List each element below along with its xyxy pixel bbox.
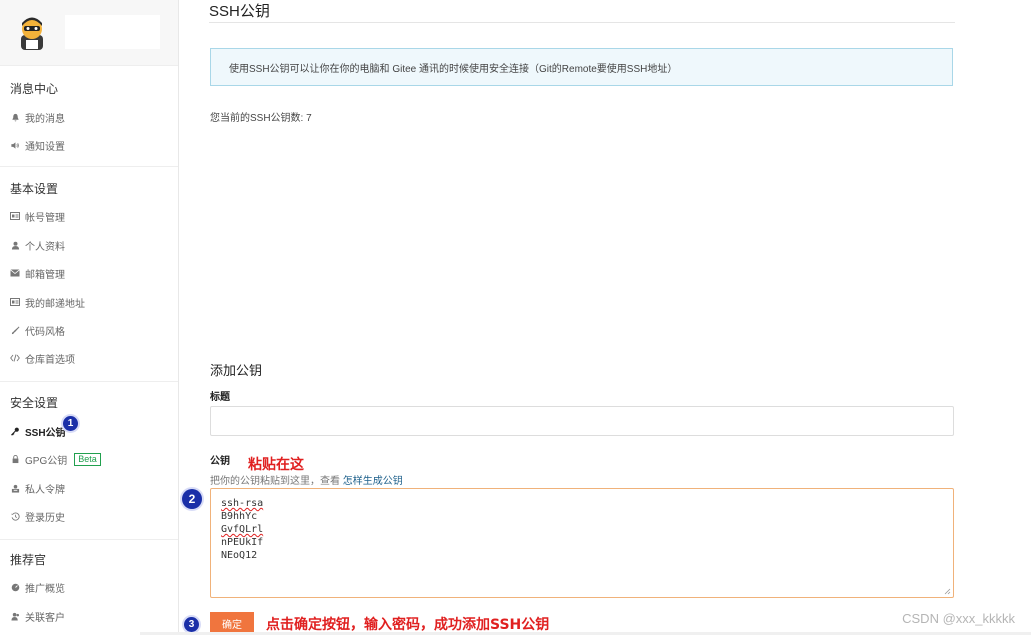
sidebar-item-postal-address[interactable]: 我的邮递地址 [10, 294, 85, 310]
ssh-key-count: 您当前的SSH公钥数: 7 [210, 113, 312, 124]
sidebar-item-ssh-keys[interactable]: SSH公钥 [10, 423, 66, 439]
sidebar-item-promotion-overview[interactable]: 推广概览 [10, 579, 65, 595]
section-title-messages: 消息中心 [10, 82, 59, 96]
sidebar: 消息中心 我的消息 通知设置 基本设置 帐号管理 个人资料 邮箱管理 我的邮递地… [0, 0, 179, 635]
pubkey-line-text: ssh-rsa [221, 498, 264, 509]
sidebar-item-label: 私人令牌 [25, 484, 65, 496]
title-divider [209, 22, 955, 23]
sidebar-item-repo-preferences[interactable]: 仓库首选项 [10, 350, 75, 366]
sidebar-item-label: 帐号管理 [25, 212, 65, 224]
pubkey-line: B9hhYc [221, 510, 943, 523]
title-field-label: 标题 [210, 392, 230, 403]
sidebar-item-label: 邮箱管理 [25, 269, 65, 281]
sidebar-item-gpg-keys[interactable]: GPG公钥 Beta [10, 451, 101, 467]
sidebar-item-label: 我的消息 [25, 113, 65, 125]
sidebar-item-label: 推广概览 [25, 583, 65, 595]
sidebar-item-my-messages[interactable]: 我的消息 [10, 109, 65, 125]
username-placeholder [65, 15, 160, 49]
sidebar-item-linked-customers[interactable]: 关联客户 [10, 608, 65, 624]
sidebar-divider [0, 166, 178, 167]
watermark: CSDN @xxx_kkkkk [902, 611, 1015, 626]
pubkey-line-text: NEoQ12 [221, 550, 258, 561]
sidebar-item-label: 仓库首选项 [25, 354, 75, 366]
code-icon [10, 353, 20, 363]
key-icon [10, 426, 20, 436]
sidebar-item-login-history[interactable]: 登录历史 [10, 508, 65, 524]
user-icon [10, 240, 20, 250]
sidebar-item-label: 关联客户 [25, 612, 65, 624]
pubkey-line-text: B9hhYc [221, 511, 258, 522]
instruction-annotation: 点击确定按钮，输入密码，成功添加SSH公钥 [266, 617, 550, 633]
resize-handle-icon[interactable] [943, 587, 951, 595]
step-badge-3: 3 [184, 617, 199, 632]
info-alert: 使用SSH公钥可以让你在你的电脑和 Gitee 通讯的时候使用安全连接（Git的… [210, 48, 953, 86]
volume-icon [10, 140, 20, 150]
history-icon [10, 511, 20, 521]
how-to-generate-key-link[interactable]: 怎样生成公钥 [343, 476, 403, 487]
section-title-security-settings: 安全设置 [10, 396, 59, 410]
pubkey-line: ssh-rsa [221, 497, 943, 510]
pubkey-line: NEoQ12 [221, 549, 943, 562]
sidebar-item-email[interactable]: 邮箱管理 [10, 265, 65, 281]
sidebar-item-notification-settings[interactable]: 通知设置 [10, 137, 65, 153]
sidebar-item-label: 我的邮递地址 [25, 298, 85, 310]
envelope-icon [10, 268, 20, 278]
section-title-basic-settings: 基本设置 [10, 182, 59, 196]
bell-icon [10, 112, 20, 122]
info-alert-text: 使用SSH公钥可以让你在你的电脑和 Gitee 通讯的时候使用安全连接（Git的… [229, 63, 678, 75]
sidebar-item-label: GPG公钥 [25, 455, 68, 467]
sidebar-divider [0, 381, 178, 382]
gauge-icon [10, 582, 20, 592]
pubkey-line: nPEUkIf [221, 536, 943, 549]
pubkey-line-text: GvfQLrl [221, 524, 264, 535]
add-key-heading: 添加公钥 [210, 363, 263, 378]
pubkey-line: GvfQLrl [221, 523, 943, 536]
sidebar-item-label: 个人资料 [25, 241, 65, 253]
brush-icon [10, 325, 20, 335]
sidebar-item-code-style[interactable]: 代码风格 [10, 322, 65, 338]
pubkey-hint: 把你的公钥粘贴到这里，查看 怎样生成公钥 [210, 472, 403, 487]
paste-here-annotation: 粘贴在这 [248, 457, 304, 473]
avatar[interactable] [12, 14, 52, 54]
token-icon [10, 483, 20, 493]
sidebar-item-private-tokens[interactable]: 私人令牌 [10, 480, 65, 496]
step-badge-2: 2 [182, 489, 202, 509]
profile-header [0, 0, 178, 66]
page-title: SSH公钥 [209, 3, 270, 20]
sidebar-item-label: SSH公钥 [25, 427, 66, 439]
id-card-icon [10, 297, 20, 307]
sidebar-item-label: 登录历史 [25, 512, 65, 524]
pubkey-line-text: nPEUkIf [221, 537, 264, 548]
sidebar-item-label: 代码风格 [25, 326, 65, 338]
title-input[interactable] [210, 406, 954, 436]
sidebar-item-account[interactable]: 帐号管理 [10, 208, 65, 224]
lock-icon [10, 454, 20, 464]
sidebar-item-profile[interactable]: 个人资料 [10, 237, 65, 253]
pubkey-hint-text: 把你的公钥粘贴到这里，查看 [210, 476, 340, 487]
pubkey-field-label: 公钥 [210, 456, 230, 467]
beta-badge: Beta [74, 452, 101, 466]
pubkey-textarea[interactable]: ssh-rsa B9hhYc GvfQLrl nPEUkIf NEoQ12 [210, 488, 954, 598]
avatar-icon [21, 17, 43, 50]
step-badge-1: 1 [63, 416, 78, 431]
users-icon [10, 611, 20, 621]
section-title-referrer: 推荐官 [10, 553, 47, 567]
id-card-icon [10, 211, 20, 221]
sidebar-divider [0, 539, 178, 540]
sidebar-item-label: 通知设置 [25, 141, 65, 153]
